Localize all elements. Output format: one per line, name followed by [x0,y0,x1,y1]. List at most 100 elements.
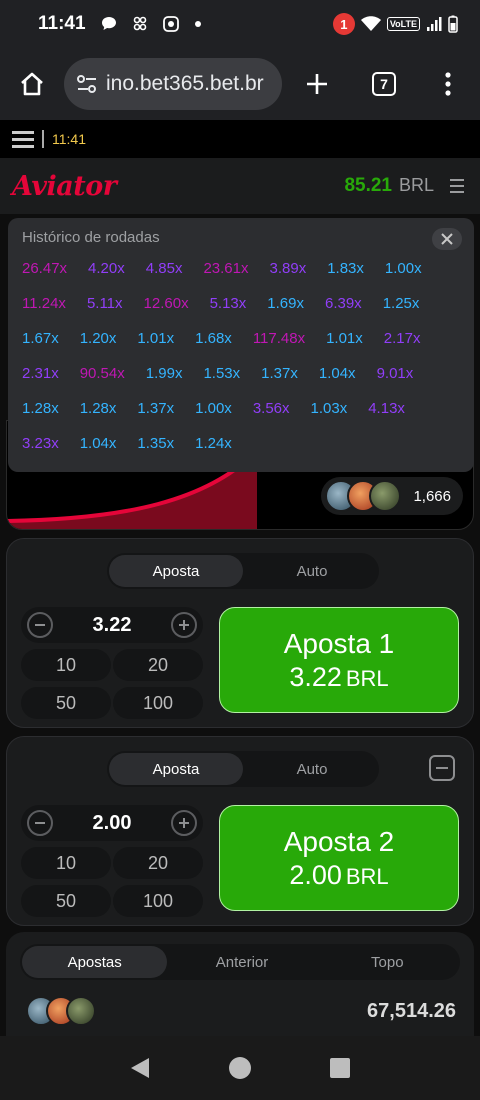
quick-amount-button[interactable]: 50 [21,885,111,917]
tab-aposta[interactable]: Aposta [109,753,243,785]
home-icon [21,72,43,96]
total-win-amount: 67,514.26 [367,999,456,1022]
tab-apostas[interactable]: Apostas [22,946,168,978]
site-settings-icon[interactable] [76,74,98,94]
bets-tabs: Apostas Anterior Topo [20,944,460,980]
balance-currency: BRL [398,175,434,195]
history-multiplier: 1.00x [195,400,232,417]
quick-amounts: 10 20 50 100 [21,847,203,917]
stake-input[interactable]: 2.00 [93,812,132,835]
quick-amount-button[interactable]: 10 [21,847,111,879]
tab-count[interactable]: 7 [372,72,396,96]
history-multiplier: 5.13x [209,295,247,312]
increase-stake-button[interactable] [171,612,197,638]
avatar [369,480,402,512]
tab-aposta[interactable]: Aposta [109,555,243,587]
bet-panel-1: Aposta Auto 3.22 10 20 50 100 Aposta 1 3… [6,538,474,728]
dot-icon [194,21,201,27]
stake-stepper: 3.22 [21,607,203,643]
home-button[interactable] [0,48,64,120]
site-topbar: 11:41 [0,120,480,158]
history-multiplier: 1.01x [137,330,175,347]
bets-summary: 67,514.26 [26,996,456,1026]
history-multiplier: 4.20x [88,260,125,277]
history-close-button[interactable] [432,228,462,250]
quick-amount-button[interactable]: 100 [113,885,203,917]
history-multiplier: 9.01x [376,365,414,382]
back-icon[interactable] [129,1056,151,1080]
home-circle-icon[interactable] [228,1056,252,1080]
minus-icon [35,822,45,824]
history-multiplier: 4.85x [145,260,183,277]
battery-icon [448,15,458,33]
history-multiplier: 1.04x [318,365,356,382]
remove-bet-panel-button[interactable] [429,755,455,781]
quick-amount-button[interactable]: 20 [113,847,203,879]
site-menu-icon[interactable] [12,130,34,148]
tab-auto[interactable]: Auto [245,553,379,589]
history-multiplier: 11.24x [22,295,66,312]
quick-amount-button[interactable]: 20 [113,649,203,681]
status-notification-icons [100,15,202,33]
player-avatars [26,996,96,1026]
history-multipliers: 26.47x 4.20x 4.85x 23.61x 3.89x 1.83x 1.00x 11.… [22,258,462,454]
history-multiplier: 1.83x [327,260,364,277]
history-multiplier: 1.03x [310,400,348,417]
quick-amount-button[interactable]: 50 [21,687,111,719]
increase-stake-button[interactable] [171,810,197,836]
player-avatars [325,480,402,512]
history-multiplier: 1.37x [137,400,175,417]
volte-indicator: VoLTE [386,17,420,31]
url-text[interactable]: ino.bet365.bet.br [106,72,264,96]
site-clock: 11:41 [52,131,86,147]
plus-icon [179,818,189,828]
history-multiplier: 2.17x [383,330,421,347]
history-multiplier: 23.61x [203,260,249,277]
history-multiplier: 1.68x [195,330,232,347]
status-time: 11:41 [38,13,86,34]
more-vertical-icon [445,72,451,96]
stake-input[interactable]: 3.22 [93,614,132,637]
quick-amount-button[interactable]: 100 [113,687,203,719]
bet-panel-2: Aposta Auto 2.00 10 20 50 100 Aposta 2 2… [6,736,474,926]
new-tab-button[interactable] [282,72,352,96]
browser-toolbar: ino.bet365.bet.br 7 [0,48,480,120]
online-players[interactable]: 1,666 [321,477,463,515]
plus-icon [179,620,189,630]
tab-auto[interactable]: Auto [245,751,379,787]
history-multiplier: 1.99x [145,365,183,382]
bet-button-label: Aposta 2 [283,825,395,857]
address-bar[interactable]: ino.bet365.bet.br [64,58,282,110]
bet-mode-switcher: Aposta Auto [107,751,379,787]
close-icon [441,233,453,245]
browser-menu-button[interactable] [416,72,480,96]
tab-anterior[interactable]: Anterior [169,944,314,980]
bet-button-amount: 3.22 BRL [289,661,389,692]
quick-amount-button[interactable]: 10 [21,649,111,681]
notification-badge: 1 [332,13,355,35]
history-multiplier: 1.67x [22,330,59,347]
place-bet-button-1[interactable]: Aposta 1 3.22 BRL [219,607,459,713]
minus-icon [436,767,448,769]
chat-icon [101,17,116,30]
recents-icon[interactable] [329,1057,351,1079]
tab-topo[interactable]: Topo [315,944,460,980]
game-header: Aviator 85.21 BRL [0,158,480,214]
history-multiplier: 1.04x [79,435,117,452]
history-multiplier: 12.60x [143,295,189,312]
tab-switcher-button[interactable]: 7 [352,72,416,96]
history-multiplier: 1.28x [79,400,117,417]
history-multiplier: 3.89x [269,260,307,277]
history-multiplier: 4.13x [368,400,405,417]
divider [42,130,44,148]
place-bet-button-2[interactable]: Aposta 2 2.00 BRL [219,805,459,911]
decrease-stake-button[interactable] [27,810,53,836]
history-multiplier: 1.53x [203,365,241,382]
aviator-logo: Aviator [12,170,117,202]
history-multiplier: 1.25x [382,295,420,312]
system-navigation-bar [0,1036,480,1100]
decrease-stake-button[interactable] [27,612,53,638]
history-multiplier: 6.39x [324,295,362,312]
bet-button-amount: 2.00 BRL [289,859,389,890]
game-menu-icon[interactable] [450,179,464,193]
